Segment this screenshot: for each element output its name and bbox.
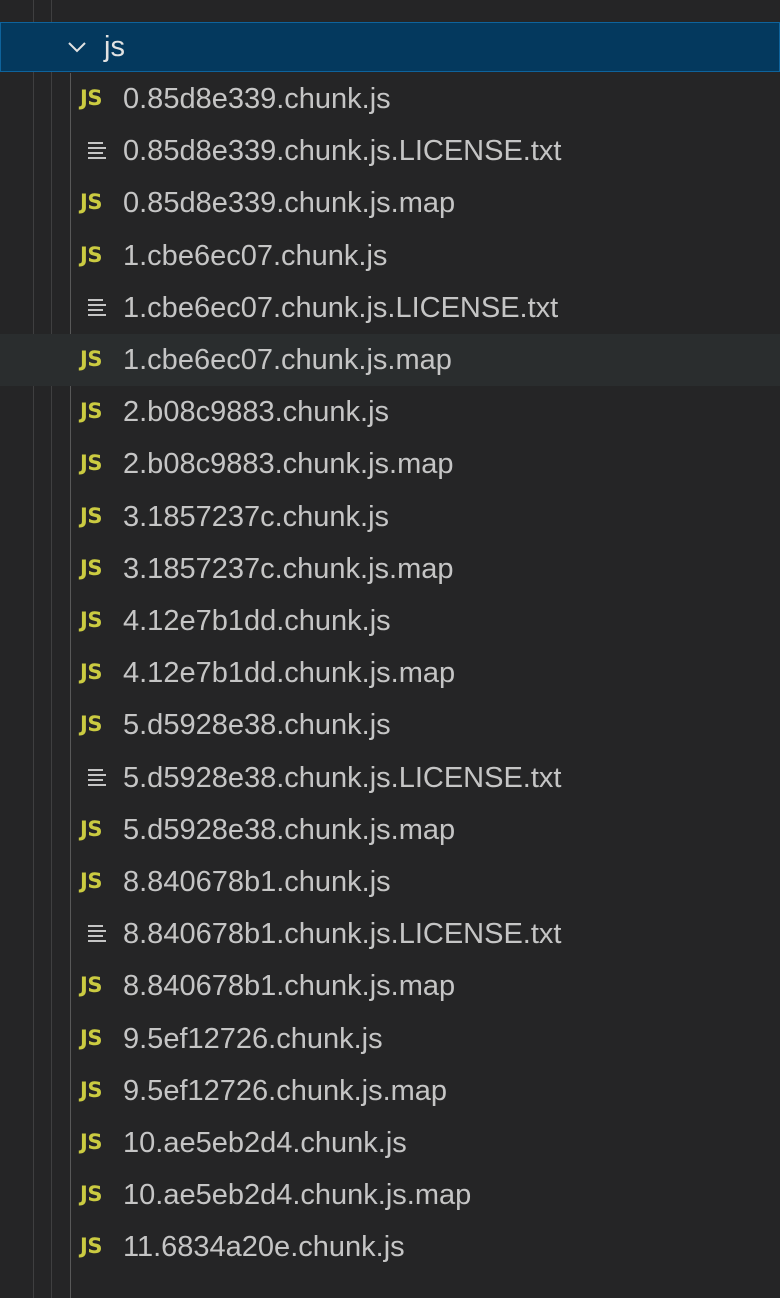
file-name: 8.840678b1.chunk.js.map xyxy=(123,970,456,1003)
file-name: 4.12e7b1dd.chunk.js xyxy=(123,605,391,637)
file-name: 2.b08c9883.chunk.js xyxy=(123,396,390,429)
file-row[interactable]: JS 4.12e7b1dd.chunk.js xyxy=(0,595,780,647)
js-file-icon: JS xyxy=(80,712,102,737)
js-file-icon: JS xyxy=(80,555,102,580)
file-row[interactable]: 5.d5928e38.chunk.js.LICENSE.txt xyxy=(0,752,780,804)
file-row[interactable]: JS 10.ae5eb2d4.chunk.js.map xyxy=(0,1169,780,1221)
file-name: 0.85d8e339.chunk.js.LICENSE.txt xyxy=(123,135,562,168)
js-file-icon: JS xyxy=(80,816,102,841)
folder-row-css[interactable]: css xyxy=(0,0,780,10)
js-file-icon: JS xyxy=(80,86,102,110)
text-file-icon xyxy=(88,925,106,943)
text-file-icon xyxy=(88,768,106,786)
file-name: 9.5ef12726.chunk.js.map xyxy=(123,1074,448,1107)
file-row[interactable]: JS 9.5ef12726.chunk.js.map xyxy=(0,1065,780,1117)
file-name: 1.cbe6ec07.chunk.js.LICENSE.txt xyxy=(123,291,559,324)
js-file-icon: JS xyxy=(80,347,102,371)
file-row[interactable]: JS 2.b08c9883.chunk.js.map xyxy=(0,438,780,490)
file-row[interactable]: JS 10.ae5eb2d4.chunk.js xyxy=(0,1117,780,1169)
file-name: 9.5ef12726.chunk.js xyxy=(123,1022,383,1055)
js-file-icon: JS xyxy=(80,242,102,267)
file-row[interactable]: JS 8.840678b1.chunk.js.map xyxy=(0,960,780,1012)
js-file-icon: JS xyxy=(80,451,102,476)
file-name: 3.1857237c.chunk.js.map xyxy=(123,552,454,585)
file-name: 8.840678b1.chunk.js.LICENSE.txt xyxy=(123,918,562,951)
file-row[interactable]: 1.cbe6ec07.chunk.js.LICENSE.txt xyxy=(0,282,780,334)
file-name: 8.840678b1.chunk.js xyxy=(123,866,391,898)
file-name: 1.cbe6ec07.chunk.js xyxy=(123,239,388,272)
file-row[interactable]: JS 9.5ef12726.chunk.js xyxy=(0,1013,780,1065)
file-row[interactable]: JS 5.d5928e38.chunk.js xyxy=(0,699,780,751)
js-file-icon: JS xyxy=(80,973,102,998)
file-name: 4.12e7b1dd.chunk.js.map xyxy=(123,657,456,690)
file-name: 5.d5928e38.chunk.js.map xyxy=(123,813,456,846)
file-row[interactable]: JS 11.6834a20e.chunk.js xyxy=(0,1221,780,1273)
text-file-icon xyxy=(88,142,106,160)
js-file-icon: JS xyxy=(80,399,102,424)
js-file-icon: JS xyxy=(80,869,102,893)
file-name: 0.85d8e339.chunk.js.map xyxy=(123,187,456,220)
file-row[interactable]: JS 8.840678b1.chunk.js xyxy=(0,856,780,908)
file-row[interactable]: 8.840678b1.chunk.js.LICENSE.txt xyxy=(0,908,780,960)
file-name: 10.ae5eb2d4.chunk.js xyxy=(123,1127,407,1159)
js-file-icon: JS xyxy=(80,1130,102,1154)
file-row[interactable]: 0.85d8e339.chunk.js.LICENSE.txt xyxy=(0,125,780,177)
chevron-down-icon xyxy=(68,42,86,53)
file-name: 3.1857237c.chunk.js xyxy=(123,500,390,533)
text-file-icon xyxy=(88,298,106,316)
file-row[interactable]: JS 2.b08c9883.chunk.js xyxy=(0,386,780,438)
js-file-icon: JS xyxy=(80,503,102,528)
file-row[interactable]: JS 0.85d8e339.chunk.js.map xyxy=(0,177,780,229)
chevron-right-icon xyxy=(66,0,88,1)
js-file-icon: JS xyxy=(80,660,102,685)
file-row[interactable]: JS 3.1857237c.chunk.js.map xyxy=(0,543,780,595)
js-file-icon: JS xyxy=(80,1025,102,1050)
folder-label-js: js xyxy=(104,31,125,63)
js-file-icon: JS xyxy=(80,1234,102,1259)
js-file-icon: JS xyxy=(80,1077,102,1102)
file-row[interactable]: JS 0.85d8e339.chunk.js xyxy=(0,73,780,125)
file-row[interactable]: JS 4.12e7b1dd.chunk.js.map xyxy=(0,647,780,699)
file-name: 10.ae5eb2d4.chunk.js.map xyxy=(123,1179,472,1212)
file-row[interactable]: JS 1.cbe6ec07.chunk.js xyxy=(0,230,780,282)
file-name: 2.b08c9883.chunk.js.map xyxy=(123,448,454,481)
folder-label-css: css xyxy=(104,0,148,7)
file-name: 5.d5928e38.chunk.js xyxy=(123,709,391,742)
file-explorer-tree: css js JS 0.85d8e339.chunk.js 0.85d8e339.c… xyxy=(0,0,780,1298)
file-name: 11.6834a20e.chunk.js xyxy=(123,1231,405,1264)
file-name: 5.d5928e38.chunk.js.LICENSE.txt xyxy=(123,761,562,794)
file-name: 1.cbe6ec07.chunk.js.map xyxy=(123,344,452,376)
file-name: 0.85d8e339.chunk.js xyxy=(123,83,391,115)
file-row[interactable]: JS 3.1857237c.chunk.js xyxy=(0,491,780,543)
js-file-icon: JS xyxy=(80,1182,102,1207)
file-row[interactable]: JS 1.cbe6ec07.chunk.js.map xyxy=(0,334,780,386)
folder-row-js[interactable]: js xyxy=(0,22,780,72)
js-file-icon: JS xyxy=(80,608,102,632)
file-row[interactable]: JS 5.d5928e38.chunk.js.map xyxy=(0,804,780,856)
js-file-icon: JS xyxy=(80,190,102,215)
